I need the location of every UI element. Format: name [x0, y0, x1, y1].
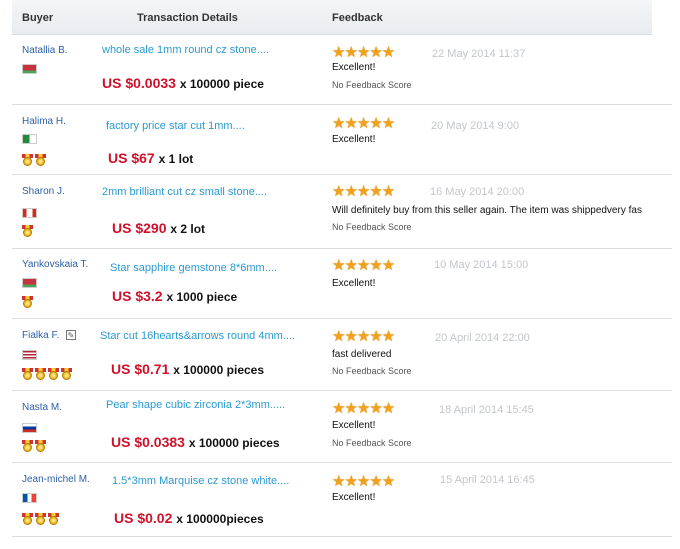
product-link[interactable]: whole sale 1mm round cz stone....: [102, 44, 269, 56]
quantity: x 100000pieces: [176, 512, 264, 526]
rating-stars: ★★★★★: [332, 473, 395, 490]
rating-stars: ★★★★★: [332, 115, 395, 132]
feedback-date: 20 April 2014 22:00: [435, 332, 530, 344]
buyer-name[interactable]: Jean-michel M.: [22, 474, 90, 485]
buyer-level-medals: [22, 368, 72, 380]
price-quantity: US $0.02 x 100000pieces: [114, 510, 264, 526]
feedback-date: 18 April 2014 15:45: [439, 404, 534, 416]
product-link[interactable]: Star sapphire gemstone 8*6mm....: [110, 262, 277, 274]
price: US $67: [108, 150, 155, 166]
rating-stars: ★★★★★: [332, 44, 395, 61]
feedback-row: Yankovskaia T. Star sapphire gemstone 8*6…: [12, 248, 672, 319]
feedback-row: Halima H. factory price star cut 1mm.... U…: [12, 104, 672, 175]
medal-icon: [22, 513, 33, 525]
medal-icon: [22, 225, 33, 237]
price: US $0.71: [111, 361, 170, 377]
price-quantity: US $3.2 x 1000 piece: [112, 288, 237, 304]
quantity: x 1 lot: [158, 152, 194, 166]
feedback-note-icon[interactable]: ✎: [66, 330, 76, 340]
no-feedback-score: No Feedback Score: [332, 366, 412, 376]
price-quantity: US $0.0383 x 100000 pieces: [111, 434, 280, 450]
medal-icon: [22, 368, 33, 380]
feedback-comment: Excellent!: [332, 492, 376, 503]
quantity: x 100000 pieces: [188, 436, 280, 450]
feedback-comment: Excellent!: [332, 62, 376, 73]
price-quantity: US $0.71 x 100000 pieces: [111, 361, 264, 377]
feedback-row: Natallia B. whole sale 1mm round cz stone…: [12, 34, 672, 105]
quantity: x 100000 piece: [179, 77, 264, 91]
no-feedback-score: No Feedback Score: [332, 80, 412, 90]
feedback-row: Fialka F. ✎ Star cut 16hearts&arrows round…: [12, 318, 672, 391]
buyer-name[interactable]: Halima H.: [22, 116, 66, 127]
country-flag-icon: [22, 208, 37, 218]
product-link[interactable]: 2mm brilliant cut cz small stone....: [102, 186, 267, 198]
feedback-date: 16 May 2014 20:00: [430, 186, 525, 198]
medal-icon: [48, 513, 59, 525]
buyer-name[interactable]: Nasta M.: [22, 402, 62, 413]
table-header: Buyer Transaction Details Feedback: [12, 0, 652, 35]
buyer-level-medals: [22, 154, 46, 166]
feedback-comment: fast delivered: [332, 349, 392, 360]
feedback-date: 10 May 2014 15:00: [434, 259, 529, 271]
feedback-row: Sharon J. 2mm brilliant cut cz small ston…: [12, 174, 672, 249]
country-flag-icon: [22, 423, 37, 433]
medal-icon: [35, 154, 46, 166]
header-feedback: Feedback: [332, 12, 383, 24]
feedback-row: Jean-michel M. 1.5*3mm Marquise cz stone …: [12, 462, 672, 537]
medal-icon: [48, 368, 59, 380]
country-flag-icon: [22, 278, 37, 288]
buyer-level-medals: [22, 296, 33, 308]
quantity: x 1000 piece: [166, 290, 238, 304]
buyer-level-medals: [22, 440, 46, 452]
medal-icon: [22, 296, 33, 308]
country-flag-icon: [22, 134, 37, 144]
country-flag-icon: [22, 493, 37, 503]
medal-icon: [22, 440, 33, 452]
buyer-level-medals: [22, 513, 59, 525]
buyer-name[interactable]: Yankovskaia T.: [22, 259, 88, 270]
buyer-name[interactable]: Sharon J.: [22, 186, 65, 197]
price: US $0.0383: [111, 434, 185, 450]
product-link[interactable]: Pear shape cubic zirconia 2*3mm.....: [106, 399, 285, 411]
price: US $3.2: [112, 288, 163, 304]
rating-stars: ★★★★★: [332, 328, 395, 345]
feedback-comment: Excellent!: [332, 420, 376, 431]
medal-icon: [35, 513, 46, 525]
price-quantity: US $67 x 1 lot: [108, 150, 193, 166]
rating-stars: ★★★★★: [332, 183, 395, 200]
price: US $0.0033: [102, 75, 176, 91]
product-link[interactable]: factory price star cut 1mm....: [106, 120, 245, 132]
buyer-name[interactable]: Fialka F.: [22, 330, 59, 341]
feedback-row: Nasta M. Pear shape cubic zirconia 2*3mm.…: [12, 390, 672, 463]
feedback-date: 15 April 2014 16:45: [440, 474, 535, 486]
header-transaction-details: Transaction Details: [137, 12, 238, 24]
price: US $290: [112, 220, 167, 236]
feedback-comment: Excellent!: [332, 278, 376, 289]
country-flag-icon: [22, 64, 37, 74]
price-quantity: US $290 x 2 lot: [112, 220, 205, 236]
rating-stars: ★★★★★: [332, 257, 395, 274]
buyer-level-medals: [22, 225, 33, 237]
quantity: x 100000 pieces: [173, 363, 265, 377]
feedback-comment: Excellent!: [332, 134, 376, 145]
product-link[interactable]: 1.5*3mm Marquise cz stone white....: [112, 475, 289, 487]
price-quantity: US $0.0033 x 100000 piece: [102, 75, 264, 91]
price: US $0.02: [114, 510, 173, 526]
header-buyer: Buyer: [22, 12, 54, 24]
no-feedback-score: No Feedback Score: [332, 438, 412, 448]
buyer-name[interactable]: Natallia B.: [22, 45, 68, 56]
feedback-date: 20 May 2014 9:00: [431, 120, 520, 132]
quantity: x 2 lot: [170, 222, 206, 236]
product-link[interactable]: Star cut 16hearts&arrows round 4mm....: [100, 330, 295, 342]
medal-icon: [22, 154, 33, 166]
feedback-date: 22 May 2014 11:37: [432, 48, 526, 60]
rating-stars: ★★★★★: [332, 400, 395, 417]
medal-icon: [35, 440, 46, 452]
medal-icon: [61, 368, 72, 380]
country-flag-icon: [22, 350, 37, 360]
medal-icon: [35, 368, 46, 380]
feedback-comment: Will definitely buy from this seller aga…: [332, 205, 642, 216]
no-feedback-score: No Feedback Score: [332, 222, 412, 232]
